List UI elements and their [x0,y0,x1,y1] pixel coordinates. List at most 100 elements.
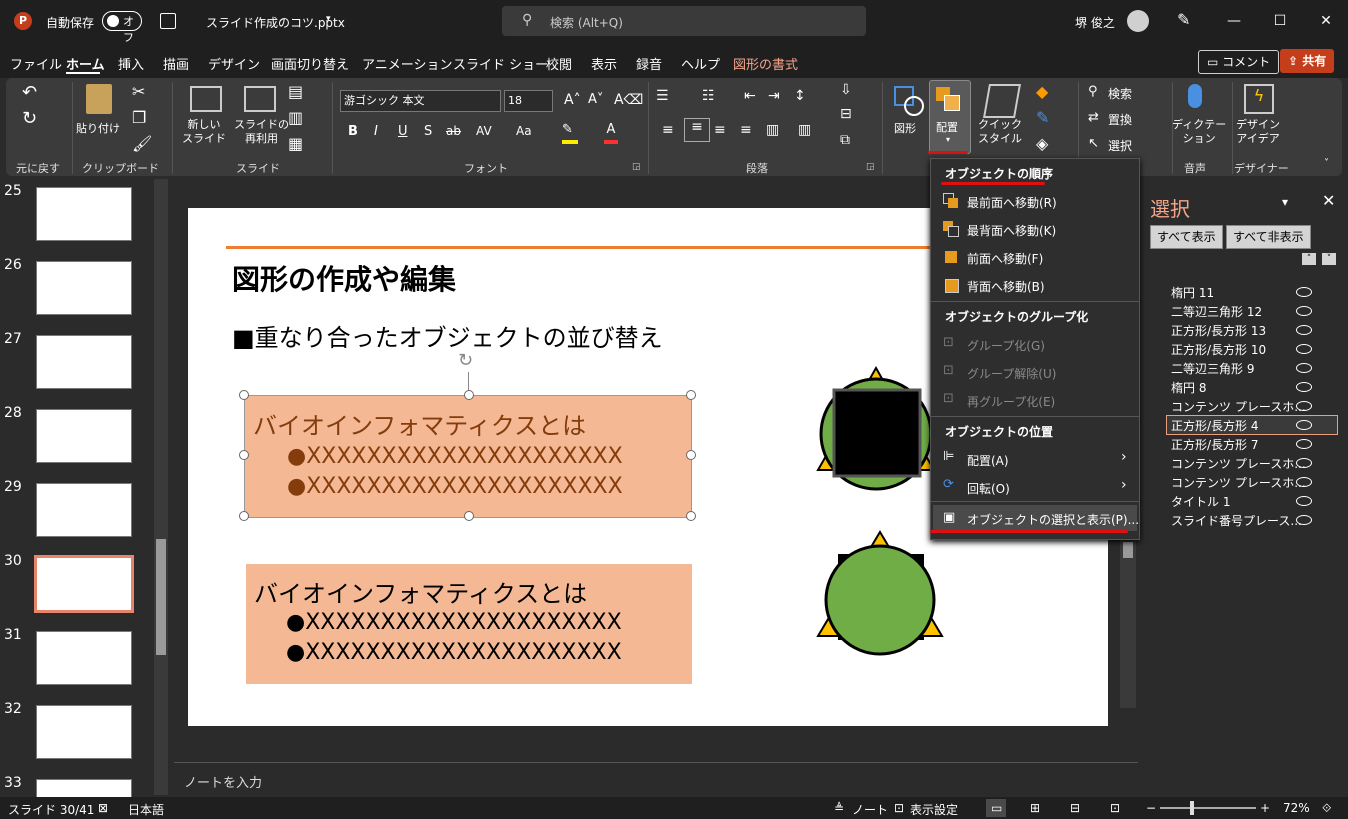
notes-icon[interactable]: ≜ [834,801,844,815]
shapes-label[interactable]: 図形 [894,120,916,136]
slide-thumbnail[interactable] [36,187,132,241]
shape-effects-icon[interactable]: ◈ [1036,134,1048,153]
selection-item[interactable]: コンテンツ プレースホ... [1171,455,1306,472]
display-settings-icon[interactable]: ⊡ [894,801,904,815]
group-item[interactable]: グループ化(G) [967,337,1045,354]
dictate-label[interactable]: ディクテー ション [1172,118,1226,146]
char-spacing-button[interactable]: AV [476,124,492,138]
paste-label[interactable]: 貼り付け [76,120,120,136]
maximize-button[interactable]: ☐ [1260,6,1300,36]
shape-fill-icon[interactable]: ◆ [1036,82,1048,101]
tab-file[interactable]: ファイル [10,54,62,73]
selection-item[interactable]: 正方形/長方形 13 [1171,322,1266,339]
tab-draw[interactable]: 描画 [163,54,189,73]
slide-thumbnail[interactable] [36,335,132,389]
tab-view[interactable]: 表示 [591,54,617,73]
new-slide-icon[interactable] [190,86,222,112]
zoom-out-icon[interactable]: − [1146,801,1156,815]
bold-button[interactable]: B [348,124,358,139]
font-dialog-launcher-icon[interactable]: ◲ [632,162,641,172]
design-ideas-label[interactable]: デザイン アイデア [1236,118,1280,146]
slide-thumbnail[interactable] [36,631,132,685]
quick-style-icon[interactable] [983,84,1021,118]
underline-button[interactable]: U [398,124,408,139]
bullets-icon[interactable]: ☰ [656,88,669,104]
avatar[interactable] [1127,10,1149,32]
close-button[interactable]: ✕ [1306,6,1346,36]
align-center-icon[interactable]: ≡ [684,118,710,142]
minimize-button[interactable]: — [1214,6,1254,36]
selection-item[interactable]: 正方形/長方形 10 [1171,341,1266,358]
paste-icon[interactable] [86,84,112,114]
bring-forward-item[interactable]: 前面へ移動(F) [967,250,1043,267]
visibility-eye-icon[interactable] [1296,458,1312,468]
shape-group-top[interactable] [816,364,936,494]
text-box[interactable]: バイオインフォマティクスとは ●XXXXXXXXXXXXXXXXXXXXX ●X… [246,564,692,684]
tab-record[interactable]: 録音 [636,54,662,73]
share-button[interactable]: ⇪ 共有 [1280,49,1335,73]
redo-icon[interactable]: ↻ [22,108,37,129]
zoom-slider[interactable] [1160,801,1256,815]
send-to-back-item[interactable]: 最背面へ移動(K) [967,222,1056,239]
selection-pane-item[interactable]: オブジェクトの選択と表示(P)... [967,511,1139,528]
tab-insert[interactable]: 挿入 [118,54,144,73]
resize-handle[interactable] [686,511,696,521]
new-slide-label[interactable]: 新しい スライド [182,118,226,146]
zoom-in-icon[interactable]: + [1260,801,1270,815]
shapes-icon[interactable] [894,86,924,116]
reading-view-icon[interactable]: ⊟ [1070,801,1080,815]
selection-item[interactable]: 楕円 8 [1171,379,1206,396]
selection-item[interactable]: タイトル 1 [1171,493,1230,510]
font-size-select[interactable]: 18 [504,90,553,112]
slide-thumbnail[interactable] [36,483,132,537]
thumbnail-scrollbar[interactable] [154,179,168,795]
section-icon[interactable]: ▦ [288,134,303,153]
align-left-icon[interactable]: ≡ [662,122,674,138]
display-settings-button[interactable]: 表示設定 [910,801,958,818]
design-ideas-icon[interactable]: ϟ [1244,84,1274,114]
slide-subtitle[interactable]: ■重なり合ったオブジェクトの並び替え [232,318,663,353]
selection-item[interactable]: コンテンツ プレースホ... [1171,398,1306,415]
visibility-eye-icon[interactable] [1296,496,1312,506]
rotate-item[interactable]: 回転(O) [967,480,1010,497]
arrange-button[interactable]: 配置 ▾ [929,80,971,154]
selection-item[interactable]: スライド番号プレース... [1171,512,1302,529]
slide-thumbnail[interactable] [36,409,132,463]
selection-item-selected[interactable]: 正方形/長方形 4 [1171,417,1259,434]
clear-format-icon[interactable]: A⌫ [614,92,643,108]
slide-thumbnail[interactable] [36,261,132,315]
slide-title[interactable]: 図形の作成や編集 [232,258,456,298]
tab-home[interactable]: ホーム [66,54,105,73]
reuse-slide-label[interactable]: スライドの 再利用 [234,118,289,146]
ungroup-item[interactable]: グループ解除(U) [967,365,1056,382]
hide-all-button[interactable]: すべて非表示 [1226,225,1311,249]
reuse-slide-icon[interactable] [244,86,276,112]
rotate-handle-icon[interactable]: ↻ [458,350,473,371]
resize-handle[interactable] [239,450,249,460]
replace-label[interactable]: 置換 [1108,111,1132,128]
increase-indent-icon[interactable]: ⇥ [768,88,780,104]
tab-slideshow[interactable]: スライド ショー [453,54,548,73]
selection-item[interactable]: 二等辺三角形 12 [1171,303,1262,320]
show-all-button[interactable]: すべて表示 [1150,225,1223,249]
layout-icon[interactable]: ▤ [288,82,303,101]
visibility-eye-icon[interactable] [1296,401,1312,411]
notes-button[interactable]: ノート [852,801,888,818]
bring-to-front-item[interactable]: 最前面へ移動(R) [967,194,1057,211]
selection-item[interactable]: コンテンツ プレースホ... [1171,474,1306,491]
notes-pane[interactable]: ノートを入力 [174,762,1138,798]
change-case-button[interactable]: Aa [516,124,532,138]
slide-thumbnail[interactable] [36,705,132,759]
selection-item[interactable]: 正方形/長方形 7 [1171,436,1259,453]
pane-options-chevron-icon[interactable]: ▾ [1282,195,1288,209]
paragraph-dialog-launcher-icon[interactable]: ◲ [866,162,875,172]
pen-icon[interactable]: ✎ [1177,10,1190,29]
selection-item[interactable]: 楕円 11 [1171,284,1214,301]
edit-area-scrollbar[interactable] [1120,520,1136,708]
shape-group-bottom[interactable] [816,530,946,660]
pane-close-icon[interactable]: ✕ [1322,191,1335,210]
tab-design[interactable]: デザイン [208,54,260,73]
visibility-eye-icon[interactable] [1296,420,1312,430]
resize-handle[interactable] [239,390,249,400]
microphone-icon[interactable] [1188,84,1202,108]
